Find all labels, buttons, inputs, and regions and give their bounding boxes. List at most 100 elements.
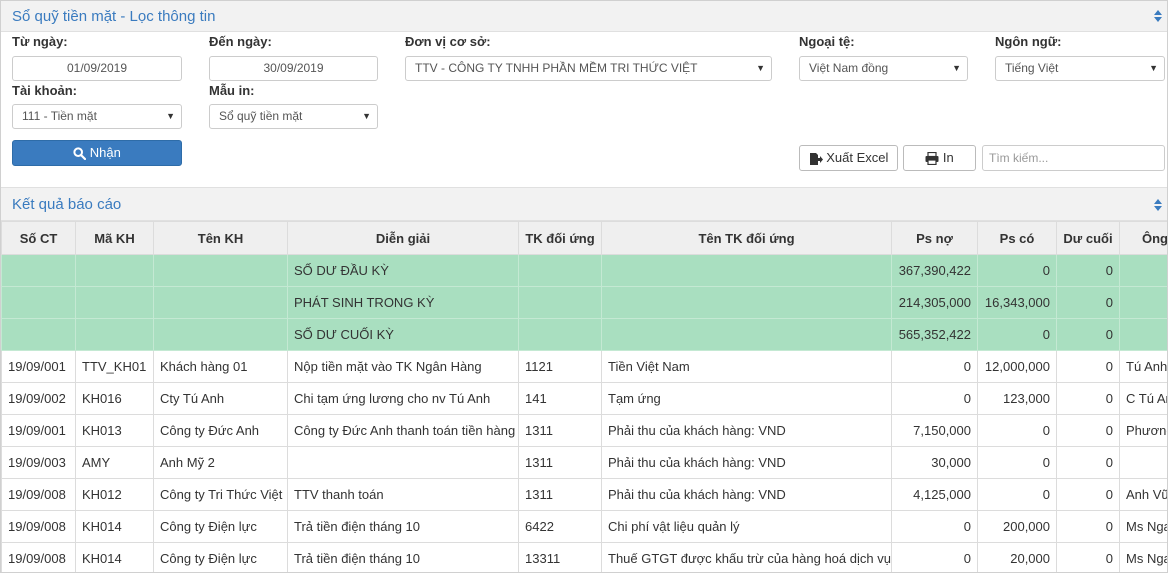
results-grid: Số CT Mã KH Tên KH Diễn giải TK đối ứng … [1,221,1167,572]
export-excel-button[interactable]: Xuất Excel [799,145,898,171]
table-row[interactable]: 19/09/008 KH014 Công ty Điện lực Trả tiền đ… [1,510,1167,543]
cell-so-ct: 19/09/001 [1,350,76,383]
submit-button[interactable]: Nhận [12,140,182,166]
search-input[interactable]: Tìm kiếm... [982,145,1165,171]
cell-ong [1119,318,1167,351]
cell-ps-no: 367,390,422 [891,254,978,287]
cell-ong: Ms Nga [1119,510,1167,543]
cell-ten-tk-doi-ung: Thuế GTGT được khấu trừ của hàng hoá dịc… [601,542,892,572]
col-header-dien-giai[interactable]: Diễn giải [287,221,519,255]
cell-ten-kh: Cty Tú Anh [153,382,288,415]
cell-ps-co: 0 [977,254,1057,287]
chevron-down-icon: ▼ [362,111,371,121]
currency-select[interactable]: Việt Nam đồng ▼ [799,56,968,81]
cell-du-cuoi: 0 [1056,542,1120,572]
summary-row[interactable]: SỐ DƯ CUỐI KỲ 565,352,422 0 0 [1,318,1167,351]
cell-ps-co: 123,000 [977,382,1057,415]
col-header-ten-tk-doi-ung[interactable]: Tên TK đối ứng [601,221,892,255]
from-date-label: Từ ngày: [12,34,68,49]
chevron-down-icon: ▼ [166,111,175,121]
cell-ps-no: 0 [891,510,978,543]
cell-ten-tk-doi-ung: Phải thu của khách hàng: VND [601,478,892,511]
collapse-toggle-icon[interactable] [1153,198,1163,212]
cell-ps-co: 20,000 [977,542,1057,572]
printer-icon [925,152,939,166]
template-select[interactable]: Sổ quỹ tiền mặt ▼ [209,104,378,129]
cell-so-ct [1,286,76,319]
account-label: Tài khoản: [12,83,78,98]
results-panel-header: Kết quả báo cáo [1,187,1167,221]
cell-ten-kh: Công ty Đức Anh [153,414,288,447]
cell-ma-kh: KH012 [75,478,154,511]
cell-tk-doi-ung [518,318,602,351]
cell-tk-doi-ung: 141 [518,382,602,415]
cell-ps-no: 30,000 [891,446,978,479]
cell-ps-co: 0 [977,478,1057,511]
cell-dien-giai: Trả tiền điện tháng 10 [287,510,519,543]
summary-row[interactable]: SỐ DƯ ĐẦU KỲ 367,390,422 0 0 [1,254,1167,287]
col-header-ong[interactable]: Ông [1119,221,1167,255]
cell-du-cuoi: 0 [1056,414,1120,447]
cell-so-ct: 19/09/001 [1,414,76,447]
language-value: Tiếng Việt [1005,61,1059,75]
table-row[interactable]: 19/09/008 KH014 Công ty Điện lực Trả tiền đ… [1,542,1167,572]
table-row[interactable]: 19/09/001 TTV_KH01 Khách hàng 01 Nộp tiền m… [1,350,1167,383]
cell-tk-doi-ung: 1311 [518,478,602,511]
cell-so-ct: 19/09/008 [1,510,76,543]
chevron-down-icon: ▼ [1149,63,1158,73]
table-row[interactable]: 19/09/002 KH016 Cty Tú Anh Chi tạm ứng lươn… [1,382,1167,415]
col-header-ps-no[interactable]: Ps nợ [891,221,978,255]
print-button[interactable]: In [903,145,976,171]
currency-label: Ngoại tệ: [799,34,855,49]
filter-panel-title: Sổ quỹ tiền mặt - Lọc thông tin [12,8,216,25]
chevron-down-icon: ▼ [952,63,961,73]
language-select[interactable]: Tiếng Việt ▼ [995,56,1165,81]
cell-tk-doi-ung [518,254,602,287]
cell-ps-co: 0 [977,446,1057,479]
cell-ten-kh: Công ty Tri Thức Việt [153,478,288,511]
col-header-ps-co[interactable]: Ps có [977,221,1057,255]
cell-ten-kh [153,254,288,287]
col-header-tk-doi-ung[interactable]: TK đối ứng [518,221,602,255]
collapse-toggle-icon[interactable] [1153,9,1163,23]
col-header-du-cuoi[interactable]: Dư cuối [1056,221,1120,255]
cell-du-cuoi: 0 [1056,350,1120,383]
template-label: Mẫu in: [209,83,255,98]
account-select[interactable]: 111 - Tiền mặt ▼ [12,104,182,129]
cell-tk-doi-ung [518,286,602,319]
to-date-input[interactable]: 30/09/2019 [209,56,378,81]
col-header-so-ct[interactable]: Số CT [1,221,76,255]
grid-header-row: Số CT Mã KH Tên KH Diễn giải TK đối ứng … [1,221,1167,255]
submit-label: Nhận [89,145,121,160]
cell-ps-co: 16,343,000 [977,286,1057,319]
table-row[interactable]: 19/09/008 KH012 Công ty Tri Thức Việt TTV t… [1,478,1167,511]
to-date-label: Đến ngày: [209,34,272,49]
cell-ong: Anh Vũ [1119,478,1167,511]
cell-ten-kh: Công ty Điện lực [153,542,288,572]
cell-ten-tk-doi-ung: Phải thu của khách hàng: VND [601,446,892,479]
cell-ma-kh [75,286,154,319]
cell-ong [1119,286,1167,319]
cell-ong [1119,254,1167,287]
cell-du-cuoi: 0 [1056,446,1120,479]
search-icon [73,147,87,161]
cell-ma-kh [75,254,154,287]
table-row[interactable]: 19/09/001 KH013 Công ty Đức Anh Công ty Đức… [1,414,1167,447]
cell-dien-giai: Chi tạm ứng lương cho nv Tú Anh [287,382,519,415]
cell-ong: Ms Nga [1119,542,1167,572]
table-row[interactable]: 19/09/003 AMY Anh Mỹ 2 1311 Phải thu của khá… [1,446,1167,479]
cell-ten-tk-doi-ung [601,286,892,319]
cell-ong: Tú Anh [1119,350,1167,383]
print-label: In [942,150,954,165]
unit-select[interactable]: TTV - CÔNG TY TNHH PHẦN MỀM TRI THỨC VIỆ… [405,56,772,81]
cell-ps-co: 200,000 [977,510,1057,543]
from-date-input[interactable]: 01/09/2019 [12,56,182,81]
cell-ps-no: 0 [891,382,978,415]
cell-ten-kh: Khách hàng 01 [153,350,288,383]
template-value: Sổ quỹ tiền mặt [219,109,303,123]
summary-row[interactable]: PHÁT SINH TRONG KỲ 214,305,000 16,343,000 0 [1,286,1167,319]
cell-ps-co: 0 [977,414,1057,447]
col-header-ma-kh[interactable]: Mã KH [75,221,154,255]
unit-value: TTV - CÔNG TY TNHH PHẦN MỀM TRI THỨC VIỆ… [415,61,698,75]
col-header-ten-kh[interactable]: Tên KH [153,221,288,255]
